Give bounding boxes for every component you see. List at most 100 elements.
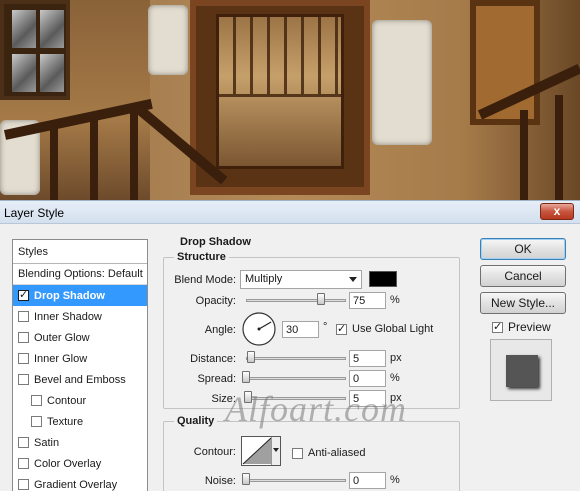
shadow-color-swatch[interactable] [369,271,397,287]
style-item-drop-shadow[interactable]: Drop Shadow [13,285,147,306]
contour-picker[interactable] [241,436,281,466]
anti-aliased-label: Anti-aliased [308,447,366,459]
quality-title: Quality [174,415,218,427]
distance-label: Distance: [190,353,236,365]
blending-options-item[interactable]: Blending Options: Default [13,264,147,285]
baluster [130,110,138,200]
style-item-bevel-and-emboss[interactable]: Bevel and Emboss [13,369,147,390]
window-pane [12,54,36,92]
preview-checkbox[interactable] [492,320,503,333]
style-checkbox[interactable] [18,332,29,343]
chevron-down-icon [349,277,357,282]
stone-patch [148,5,188,75]
preview-swatch [506,355,538,387]
cancel-button[interactable]: Cancel [480,265,566,287]
spread-slider[interactable] [246,377,346,380]
style-item-label: Inner Shadow [34,310,102,323]
style-checkbox[interactable] [31,395,42,406]
baluster [555,95,563,200]
ok-button[interactable]: OK [480,238,566,260]
use-global-light-label: Use Global Light [352,323,434,335]
dialog-title: Layer Style [4,206,65,220]
distance-slider[interactable] [246,357,346,360]
ornamental-grille [219,17,341,97]
anti-aliased-checkbox[interactable] [292,447,303,459]
style-checkbox[interactable] [18,458,29,469]
style-checkbox[interactable] [18,353,29,364]
style-item-label: Satin [34,436,60,449]
anti-aliased-option[interactable]: Anti-aliased [292,447,365,459]
close-button[interactable]: x [540,203,574,220]
angle-dial[interactable] [241,311,277,347]
baluster [90,118,98,200]
opacity-unit: % [390,294,400,306]
styles-list: Styles Blending Options: Default Drop Sh… [12,239,148,491]
baluster [50,125,58,200]
noise-label: Noise: [204,475,236,487]
style-checkbox[interactable] [18,288,29,301]
structure-group: Structure Blend Mode: Multiply Opacity: … [163,251,460,409]
style-checkbox[interactable] [31,416,42,427]
stone-patch [372,20,432,145]
quality-group: Quality Contour: Anti-aliased Noise: 0 % [163,415,460,491]
preview-thumbnail [490,339,552,401]
style-item-texture[interactable]: Texture [13,411,147,432]
chevron-down-icon [273,448,279,452]
window-pane [40,54,64,92]
opacity-field[interactable]: 75 [349,292,386,309]
style-item-outer-glow[interactable]: Outer Glow [13,327,147,348]
blend-mode-label: Blend Mode: [174,274,236,286]
style-checkbox[interactable] [18,374,29,385]
watermark: Alfoart.com [225,389,407,429]
panel-title: Drop Shadow [177,236,254,248]
style-item-inner-glow[interactable]: Inner Glow [13,348,147,369]
spread-slider-thumb[interactable] [242,371,250,383]
window-pane [12,10,36,48]
style-item-satin[interactable]: Satin [13,432,147,453]
preview-option[interactable]: Preview [492,320,551,334]
style-item-label: Contour [47,394,87,407]
style-item-contour[interactable]: Contour [13,390,147,411]
layer-style-dialog: Layer Style x Styles Blending Options: D… [0,200,580,491]
style-item-label: Texture [47,415,84,428]
style-item-label: Color Overlay [34,457,102,470]
noise-slider-thumb[interactable] [242,473,250,485]
contour-dropdown[interactable] [271,437,280,465]
style-item-label: Gradient Overlay [34,478,118,491]
use-global-light-checkbox[interactable] [336,322,347,335]
style-checkbox[interactable] [18,437,29,448]
baluster [520,110,528,200]
distance-slider-thumb[interactable] [247,351,255,363]
title-bar[interactable]: Layer Style x [0,201,580,224]
noise-field[interactable]: 0 [349,472,386,489]
style-item-label: Bevel and Emboss [34,373,126,386]
angle-label: Angle: [204,324,236,336]
opacity-label: Opacity: [195,295,236,307]
style-item-inner-shadow[interactable]: Inner Shadow [13,306,147,327]
opacity-slider-thumb[interactable] [317,293,325,305]
distance-field[interactable]: 5 [349,350,386,367]
style-checkbox[interactable] [18,479,29,490]
noise-unit: % [390,474,400,486]
background-scene [0,0,580,200]
style-item-color-overlay[interactable]: Color Overlay [13,453,147,474]
angle-unit: ° [323,321,328,333]
blend-mode-select[interactable]: Multiply [240,270,362,289]
styles-header[interactable]: Styles [13,240,147,264]
style-item-gradient-overlay[interactable]: Gradient Overlay [13,474,147,491]
drop-shadow-panel: Drop Shadow Structure Blend Mode: Multip… [163,236,463,491]
contour-preview-icon [242,437,272,465]
style-item-label: Drop Shadow [34,289,105,302]
opacity-slider[interactable] [246,299,346,302]
style-items: Drop Shadow Inner Shadow Outer Glow Inner G… [13,285,147,491]
contour-label: Contour: [193,446,236,458]
angle-field[interactable]: 30 [282,321,319,338]
style-checkbox[interactable] [18,311,29,322]
use-global-light-option[interactable]: Use Global Light [336,322,434,335]
doorway [190,0,370,195]
spread-label: Spread: [197,373,236,385]
blend-mode-value: Multiply [245,273,283,285]
spread-field[interactable]: 0 [349,370,386,387]
noise-slider[interactable] [246,479,346,482]
new-style-button[interactable]: New Style... [480,292,566,314]
